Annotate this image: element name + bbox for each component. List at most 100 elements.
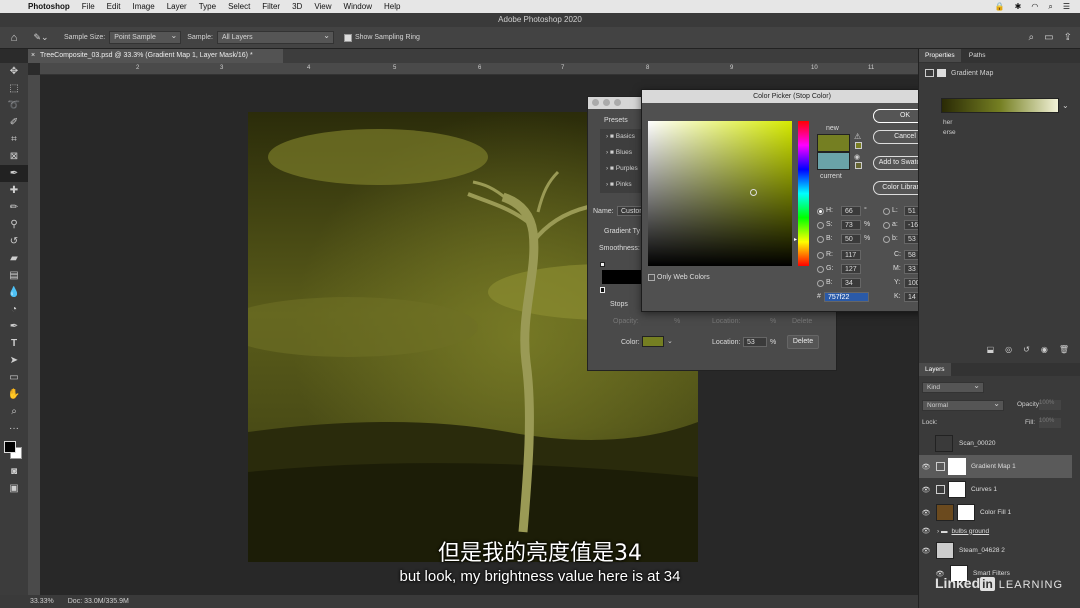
layer-row-selected[interactable]: 👁 Gradient Map 1 <box>919 455 1072 478</box>
search-icon[interactable]: ⌕ <box>1029 32 1035 43</box>
out-of-gamut-warning-icon[interactable]: ⚠ <box>854 132 861 141</box>
visibility-icon[interactable]: ◉ <box>1041 345 1048 359</box>
document-tab-close-icon[interactable]: × <box>31 49 35 63</box>
tab-layers[interactable]: Layers <box>919 363 951 376</box>
only-web-colors-checkbox[interactable] <box>648 274 655 281</box>
healing-brush-tool-icon[interactable]: ✚ <box>0 182 28 199</box>
gradient-preview-bar[interactable] <box>602 270 642 284</box>
zoom-tool-icon[interactable]: ⌕ <box>0 403 28 420</box>
menu-type[interactable]: Type <box>193 2 222 11</box>
gradient-tool-icon[interactable]: ▤ <box>0 267 28 284</box>
marquee-tool-icon[interactable]: ⬚ <box>0 80 28 97</box>
web-safe-warning-icon[interactable]: ◉ <box>854 153 860 161</box>
document-size[interactable]: Doc: 33.0M/335.9M <box>68 598 129 605</box>
history-brush-tool-icon[interactable]: ↺ <box>0 233 28 250</box>
chevron-down-icon[interactable]: ⌄ <box>1062 101 1069 110</box>
reset-icon[interactable]: ↺ <box>1023 345 1030 359</box>
gamut-swatch[interactable] <box>855 142 862 149</box>
saturation-radio[interactable] <box>817 222 824 229</box>
clone-stamp-tool-icon[interactable]: ⚲ <box>0 216 28 233</box>
layer-mask-thumbnail[interactable] <box>948 481 966 498</box>
clip-to-layer-icon[interactable]: ⬓ <box>987 345 995 359</box>
move-tool-icon[interactable]: ✥ <box>0 63 28 80</box>
workspace-icon[interactable]: ▭ <box>1044 32 1053 43</box>
blend-mode-select[interactable]: Normal <box>922 399 1004 411</box>
color-swatches[interactable] <box>0 437 28 463</box>
visibility-eye-icon[interactable]: 👁 <box>919 486 933 494</box>
hue-slider-handle[interactable]: ▸ <box>794 236 797 243</box>
delete-stop-button[interactable]: Delete <box>787 335 819 349</box>
visibility-eye-icon[interactable]: 👁 <box>919 463 933 471</box>
foreground-color-swatch[interactable] <box>4 441 16 453</box>
screen-mode-icon[interactable]: ▣ <box>0 480 28 497</box>
home-icon[interactable]: ⌂ <box>0 32 28 44</box>
wifi-icon[interactable]: ◠ <box>1031 2 1038 12</box>
opacity-field[interactable]: 100% <box>1039 400 1061 410</box>
layer-row[interactable]: 👁 Color Fill 1 <box>919 501 1072 524</box>
zoom-level[interactable]: 33.33% <box>30 598 54 605</box>
opacity-stop-marker[interactable] <box>600 262 605 267</box>
red-radio[interactable] <box>817 252 824 259</box>
brightness-field[interactable]: 50 <box>841 234 861 244</box>
crop-tool-icon[interactable]: ⌗ <box>0 131 28 148</box>
menu-file[interactable]: File <box>76 2 101 11</box>
opacity-delete-button[interactable]: Delete <box>792 318 812 325</box>
color-field-cursor[interactable] <box>750 189 757 196</box>
tab-properties[interactable]: Properties <box>919 49 961 62</box>
window-close-icon[interactable] <box>592 99 599 106</box>
hue-field[interactable]: 66 <box>841 206 861 216</box>
green-radio[interactable] <box>817 266 824 273</box>
color-stop-marker[interactable] <box>600 287 605 293</box>
red-field[interactable]: 117 <box>841 250 861 260</box>
name-field[interactable]: Custom <box>617 206 645 216</box>
dodge-tool-icon[interactable]: ◔ <box>0 301 28 318</box>
blur-tool-icon[interactable]: 💧 <box>0 284 28 301</box>
brush-tool-icon[interactable]: ✏ <box>0 199 28 216</box>
type-tool-icon[interactable]: T <box>0 335 28 352</box>
chevron-down-icon[interactable]: ⌄ <box>667 337 673 345</box>
saturation-brightness-field[interactable] <box>648 121 792 266</box>
preset-folder-blues[interactable]: › ■ Blues <box>600 145 645 161</box>
quick-mask-icon[interactable]: ◙ <box>0 463 28 480</box>
menu-view[interactable]: View <box>308 2 337 11</box>
preset-folder-purples[interactable]: › ■ Purples <box>600 161 645 177</box>
layer-kind-filter[interactable]: Kind <box>922 381 984 393</box>
eyedropper-preset-icon[interactable]: ✎⌄ <box>28 32 54 43</box>
eraser-tool-icon[interactable]: ▰ <box>0 250 28 267</box>
layer-row[interactable]: Scan_00020 <box>919 432 1072 455</box>
gradient-map-preview[interactable] <box>941 98 1059 113</box>
hand-tool-icon[interactable]: ✋ <box>0 386 28 403</box>
menu-filter[interactable]: Filter <box>256 2 286 11</box>
lasso-tool-icon[interactable]: ➰ <box>0 97 28 114</box>
layer-mask-thumbnail[interactable] <box>948 458 966 475</box>
view-previous-icon[interactable]: ◎ <box>1005 345 1012 359</box>
mask-icon[interactable] <box>937 69 946 77</box>
location-field[interactable]: 53 <box>743 337 767 347</box>
tab-paths[interactable]: Paths <box>963 49 992 62</box>
current-color-swatch[interactable] <box>817 152 850 170</box>
lab-a-radio[interactable] <box>883 222 890 229</box>
menu-window[interactable]: Window <box>338 2 378 11</box>
bluetooth-icon[interactable]: ✱ <box>1015 2 1022 12</box>
brightness-radio[interactable] <box>817 236 824 243</box>
preset-folder-pinks[interactable]: › ■ Pinks <box>600 177 645 193</box>
show-sampling-ring-checkbox[interactable] <box>343 33 352 42</box>
hue-slider[interactable]: ▸ <box>794 121 809 266</box>
visibility-eye-icon[interactable]: 👁 <box>919 509 933 517</box>
layer-row[interactable]: 👁 Curves 1 <box>919 478 1072 501</box>
quick-select-tool-icon[interactable]: ✐ <box>0 114 28 131</box>
fill-field[interactable]: 100% <box>1039 418 1061 428</box>
window-zoom-icon[interactable] <box>614 99 621 106</box>
menu-edit[interactable]: Edit <box>101 2 127 11</box>
search-menu-icon[interactable]: ⌕ <box>1048 2 1052 12</box>
share-icon[interactable]: ⇪ <box>1064 32 1072 43</box>
lock-icon[interactable]: 🔒 <box>995 2 1005 12</box>
edit-toolbar-icon[interactable]: ··· <box>0 420 28 437</box>
menu-app-name[interactable]: Photoshop <box>22 2 76 11</box>
hex-field[interactable]: 757f22 <box>824 292 869 302</box>
lab-b-radio[interactable] <box>883 236 890 243</box>
green-field[interactable]: 127 <box>841 264 861 274</box>
sample-select[interactable]: All Layers <box>216 30 334 44</box>
window-minimize-icon[interactable] <box>603 99 610 106</box>
sample-size-select[interactable]: Point Sample <box>109 30 182 44</box>
